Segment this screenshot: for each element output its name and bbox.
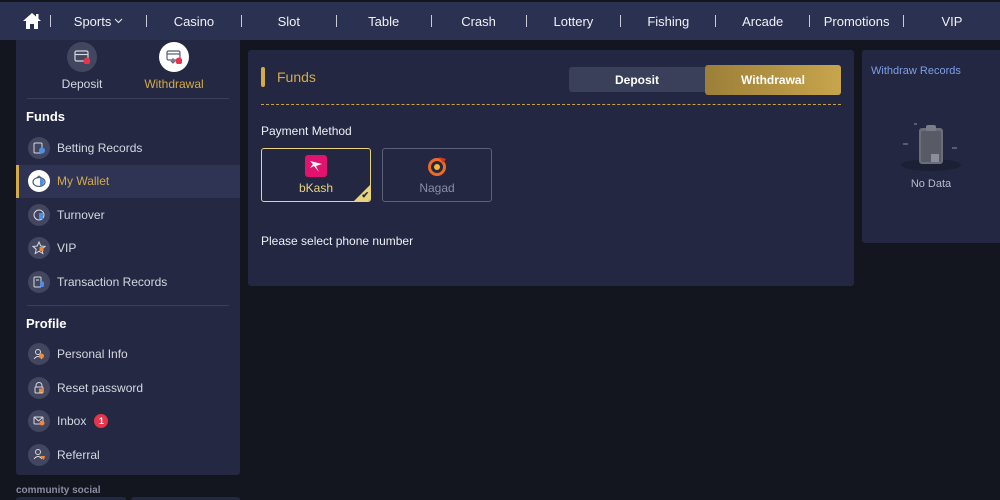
nav-fishing[interactable]: Fishing: [621, 2, 715, 40]
quick-withdrawal-label: Withdrawal: [144, 77, 204, 91]
payment-method-name: bKash: [298, 181, 334, 195]
betting-records-icon: [28, 136, 50, 159]
title-accent-bar: [261, 67, 265, 87]
checkmark-icon: ✔: [361, 190, 369, 200]
inbox-unread-badge: 1: [94, 414, 109, 429]
funds-section-title: Funds: [26, 109, 65, 124]
nagad-logo-icon: [428, 157, 446, 176]
personal-info-icon: [28, 343, 50, 366]
sidebar-item-label: Turnover: [57, 207, 105, 222]
sidebar-item-vip[interactable]: VIP: [16, 232, 240, 266]
sidebar-item-reset-password[interactable]: Reset password: [16, 371, 240, 405]
quick-deposit-label: Deposit: [61, 77, 103, 91]
wallet-icon: [28, 170, 50, 193]
nav-vip[interactable]: VIP: [904, 2, 1000, 40]
nav-promotions-label: Promotions: [823, 13, 890, 29]
sidebar-item-my-wallet[interactable]: My Wallet: [16, 164, 240, 198]
payment-methods: bKash ✔ Nagad: [248, 138, 854, 202]
nav-lottery[interactable]: Lottery: [526, 2, 620, 40]
vip-star-icon: [28, 237, 50, 260]
nav-table[interactable]: Table: [337, 2, 431, 40]
chevron-down-icon: [114, 16, 123, 26]
payment-method-bkash[interactable]: bKash ✔: [261, 148, 371, 202]
withdraw-records-panel: Withdraw Records No Data: [862, 50, 1000, 243]
sidebar-item-personal-info[interactable]: Personal Info: [16, 338, 240, 372]
account-sidebar: Deposit Withdrawal Funds Betting Records…: [16, 40, 240, 475]
sidebar-item-label: Inbox: [57, 414, 87, 429]
tab-withdrawal[interactable]: Withdrawal: [705, 65, 841, 95]
sidebar-item-label: Betting Records: [57, 140, 143, 155]
nav-casino[interactable]: Casino: [147, 2, 241, 40]
nav-lottery-label: Lottery: [553, 13, 594, 29]
nav-crash[interactable]: Crash: [432, 2, 526, 40]
nav-arcade-label: Arcade: [742, 13, 784, 29]
nav-sports[interactable]: Sports: [51, 2, 146, 40]
community-social-label: community social: [16, 485, 101, 496]
sidebar-item-referral[interactable]: Referral: [16, 438, 240, 472]
nav-slot[interactable]: Slot: [242, 2, 336, 40]
quick-actions: Deposit Withdrawal: [16, 40, 240, 98]
nav-arcade[interactable]: Arcade: [716, 2, 809, 40]
lock-icon: [28, 376, 50, 399]
deposit-card-icon: [67, 42, 97, 72]
sidebar-item-inbox[interactable]: Inbox 1: [16, 405, 240, 439]
nav-fishing-label: Fishing: [647, 13, 690, 29]
empty-state: No Data: [862, 120, 1000, 190]
page-title: Funds: [277, 69, 316, 85]
turnover-icon: [28, 203, 50, 226]
no-data-text: No Data: [910, 178, 952, 190]
transaction-records-icon: [28, 270, 50, 293]
funds-panel: Funds Deposit Withdrawal Payment Method …: [248, 50, 854, 286]
nav-slot-label: Slot: [277, 13, 300, 29]
bkash-logo-icon: [305, 155, 327, 177]
referral-icon: [28, 443, 50, 466]
home-button[interactable]: [0, 2, 50, 40]
profile-section-title: Profile: [26, 315, 67, 331]
home-icon: [23, 13, 42, 29]
sidebar-item-betting-records[interactable]: Betting Records: [16, 131, 240, 165]
payment-method-label: Payment Method: [261, 124, 352, 138]
payment-method-nagad[interactable]: Nagad: [382, 148, 492, 202]
quick-deposit-button[interactable]: Deposit: [51, 42, 113, 98]
nav-promotions[interactable]: Promotions: [810, 2, 903, 40]
withdraw-records-title[interactable]: Withdraw Records: [862, 50, 1000, 77]
tab-deposit[interactable]: Deposit: [569, 67, 705, 92]
nav-vip-label: VIP: [941, 13, 963, 29]
sidebar-item-label: Referral: [57, 447, 100, 462]
sidebar-item-transaction-records[interactable]: Transaction Records: [16, 265, 240, 299]
inbox-icon: [28, 410, 50, 433]
payment-method-name: Nagad: [419, 181, 455, 195]
withdrawal-card-icon: [159, 42, 189, 72]
sidebar-item-label: Reset password: [57, 380, 144, 395]
quick-withdrawal-button[interactable]: Withdrawal: [143, 42, 205, 98]
sidebar-item-label: Transaction Records: [57, 274, 168, 289]
sidebar-item-label: Personal Info: [57, 347, 128, 362]
sidebar-item-turnover[interactable]: Turnover: [16, 198, 240, 232]
nav-sports-label: Sports: [73, 13, 112, 29]
empty-clipboard-icon: [901, 123, 961, 171]
phone-number-prompt: Please select phone number: [261, 234, 414, 248]
nav-casino-label: Casino: [173, 13, 215, 29]
top-nav: Sports Casino Slot Table Crash Lottery F…: [0, 2, 1000, 40]
nav-crash-label: Crash: [461, 13, 496, 29]
deposit-withdrawal-toggle: Deposit Withdrawal: [569, 65, 841, 95]
sidebar-item-label: VIP: [57, 241, 77, 256]
nav-table-label: Table: [368, 13, 400, 29]
funds-panel-header: Funds Deposit Withdrawal: [248, 50, 854, 104]
sidebar-item-label: My Wallet: [57, 174, 110, 189]
